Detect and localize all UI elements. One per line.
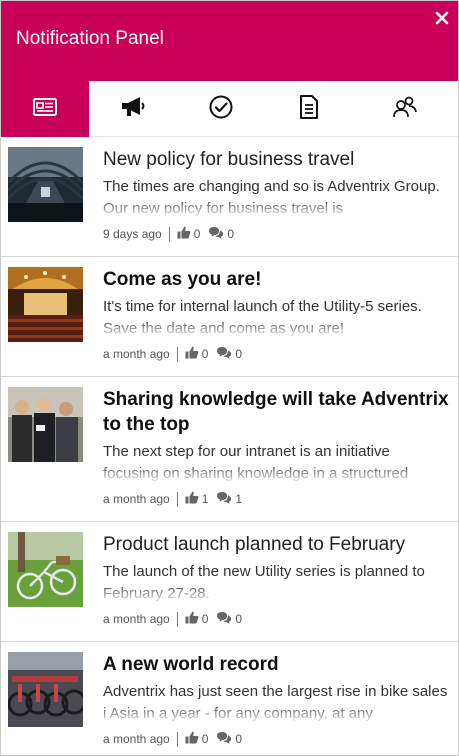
list-item[interactable]: A new world record Adventrix has just se… bbox=[1, 642, 458, 755]
item-excerpt: The launch of the new Utility series is … bbox=[103, 563, 425, 601]
tab-bar bbox=[1, 81, 458, 137]
comments-icon[interactable] bbox=[208, 226, 224, 242]
notification-panel: Notification Panel New policy for busine… bbox=[0, 0, 459, 756]
people-group-photo bbox=[8, 387, 83, 462]
news-icon bbox=[32, 96, 58, 123]
comments-icon[interactable] bbox=[216, 611, 232, 627]
item-excerpt: Adventrix has just seen the largest rise… bbox=[103, 683, 448, 721]
item-time: a month ago bbox=[103, 612, 170, 626]
comments-icon[interactable] bbox=[216, 346, 232, 362]
item-title[interactable]: Product launch planned to February bbox=[103, 532, 451, 557]
bicycle-photo bbox=[8, 532, 83, 607]
item-meta: a month ago 0 0 bbox=[103, 611, 242, 627]
like-count: 1 bbox=[201, 492, 209, 506]
thumbs-up-icon[interactable] bbox=[185, 491, 199, 507]
theater-photo bbox=[8, 267, 83, 342]
item-meta: a month ago 0 0 bbox=[103, 346, 242, 362]
like-count: 0 bbox=[201, 612, 209, 626]
tab-people[interactable] bbox=[360, 81, 450, 137]
list-item[interactable]: Sharing knowledge will take Adventrix to… bbox=[1, 377, 458, 522]
bike-rack-photo bbox=[8, 652, 83, 727]
item-title[interactable]: Sharing knowledge will take Adventrix to… bbox=[103, 387, 451, 437]
item-time: a month ago bbox=[103, 732, 170, 746]
like-count: 0 bbox=[201, 347, 209, 361]
thumbs-up-icon[interactable] bbox=[177, 226, 191, 242]
item-title[interactable]: Come as you are! bbox=[103, 267, 451, 292]
list-item[interactable]: Come as you are! It's time for internal … bbox=[1, 257, 458, 377]
panel-header: Notification Panel bbox=[1, 1, 458, 81]
list-item[interactable]: Product launch planned to February The l… bbox=[1, 522, 458, 642]
like-count: 0 bbox=[193, 227, 201, 241]
item-title[interactable]: New policy for business travel bbox=[103, 147, 451, 172]
item-meta: a month ago 0 0 bbox=[103, 731, 242, 747]
tab-announcements[interactable] bbox=[89, 81, 177, 137]
tab-tasks[interactable] bbox=[177, 81, 265, 137]
item-title[interactable]: A new world record bbox=[103, 652, 451, 677]
item-excerpt: It's time for internal launch of the Uti… bbox=[103, 298, 422, 336]
comments-icon[interactable] bbox=[216, 731, 232, 747]
comment-count: 0 bbox=[235, 612, 243, 626]
people-icon bbox=[392, 95, 418, 124]
thumbs-up-icon[interactable] bbox=[185, 611, 199, 627]
thumbs-up-icon[interactable] bbox=[185, 731, 199, 747]
meta-divider bbox=[168, 226, 170, 242]
document-icon bbox=[298, 94, 320, 125]
item-time: a month ago bbox=[103, 492, 170, 506]
item-excerpt: The times are changing and so is Adventr… bbox=[103, 178, 440, 216]
panel-title: Notification Panel bbox=[16, 28, 164, 49]
comment-count: 1 bbox=[235, 492, 243, 506]
like-count: 0 bbox=[201, 732, 209, 746]
meta-divider bbox=[176, 731, 178, 747]
train-station-photo bbox=[8, 147, 83, 222]
item-meta: 9 days ago 0 0 bbox=[103, 226, 234, 242]
item-time: 9 days ago bbox=[103, 227, 162, 241]
comment-count: 0 bbox=[235, 732, 243, 746]
meta-divider bbox=[176, 491, 178, 507]
thumbs-up-icon[interactable] bbox=[185, 346, 199, 362]
tab-documents[interactable] bbox=[265, 81, 353, 137]
comment-count: 0 bbox=[227, 227, 235, 241]
close-icon[interactable] bbox=[434, 10, 450, 26]
megaphone-icon bbox=[119, 95, 147, 124]
item-excerpt: The next step for our intranet is an ini… bbox=[103, 443, 409, 481]
item-meta: a month ago 1 1 bbox=[103, 491, 242, 507]
item-time: a month ago bbox=[103, 347, 170, 361]
comment-count: 0 bbox=[235, 347, 243, 361]
meta-divider bbox=[176, 346, 178, 362]
list-item[interactable]: New policy for business travel The times… bbox=[1, 137, 458, 257]
comments-icon[interactable] bbox=[216, 491, 232, 507]
check-circle-icon bbox=[208, 94, 234, 125]
tab-news[interactable] bbox=[1, 81, 89, 137]
meta-divider bbox=[176, 611, 178, 627]
